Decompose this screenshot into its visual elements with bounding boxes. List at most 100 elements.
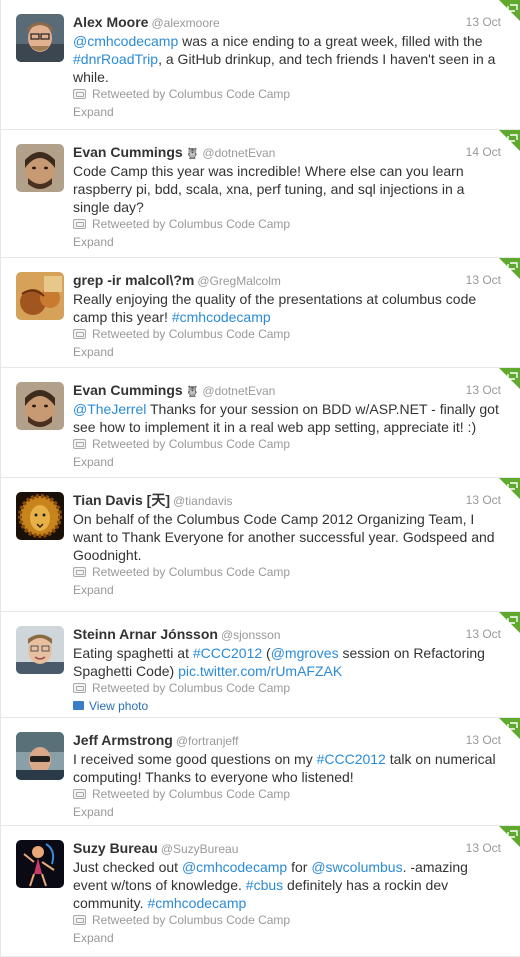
tweet-text: Just checked out @cmhcodecamp for @swcol…: [73, 858, 503, 912]
username[interactable]: @dotnetEvan: [202, 384, 275, 398]
timestamp[interactable]: 13 Oct: [466, 380, 501, 400]
retweet-context[interactable]: Retweeted by Columbus Code Camp: [73, 786, 503, 803]
tweet-link[interactable]: #cmhcodecamp: [172, 309, 271, 325]
tweet-text-segment: Code Camp this year was incredible! Wher…: [73, 163, 465, 215]
timestamp[interactable]: 13 Oct: [466, 624, 501, 644]
retweet-context-label: Retweeted by Columbus Code Camp: [92, 87, 291, 101]
tweet-link[interactable]: @mgroves: [271, 645, 339, 661]
tweet[interactable]: Alex Moore @alexmoore 13 Oct @cmhcodecamp w…: [1, 0, 520, 130]
tweet-link[interactable]: #CCC2012: [193, 645, 262, 661]
username[interactable]: @GregMalcolm: [197, 274, 281, 288]
retweet-context-label: Retweeted by Columbus Code Camp: [92, 437, 291, 451]
tweet[interactable]: Evan Cummings 🦉 @dotnetEvan 13 Oct @TheJerre…: [1, 368, 520, 478]
retweet-icon: [73, 438, 86, 449]
tweet[interactable]: Tian Davis [天] @tiandavis 13 Oct On behalf …: [1, 478, 520, 612]
tweet-content: grep -ir malcol\?m @GregMalcolm 13 Oct Real…: [73, 270, 503, 361]
greg-malcolm-avatar[interactable]: [16, 272, 64, 320]
tweet-link[interactable]: @cmhcodecamp: [73, 33, 178, 49]
tweet[interactable]: Evan Cummings 🦉 @dotnetEvan 14 Oct Code Camp…: [1, 130, 520, 258]
timestamp[interactable]: 13 Oct: [466, 730, 501, 750]
tweet-header: grep -ir malcol\?m @GregMalcolm 13 Oct: [73, 270, 503, 290]
fullname[interactable]: Evan Cummings: [73, 144, 183, 160]
retweet-context-label: Retweeted by Columbus Code Camp: [92, 913, 291, 927]
expand-link[interactable]: Expand: [73, 343, 503, 361]
fullname[interactable]: Suzy Bureau: [73, 840, 158, 856]
tweet-text: @TheJerrel Thanks for your session on BD…: [73, 400, 503, 436]
tweet-link[interactable]: @swcolumbus: [311, 859, 402, 875]
tweet-text: Eating spaghetti at #CCC2012 (@mgroves s…: [73, 644, 503, 680]
tweet-link[interactable]: #cmhcodecamp: [147, 895, 246, 911]
tweet-header: Evan Cummings 🦉 @dotnetEvan 14 Oct: [73, 142, 503, 162]
timestamp[interactable]: 13 Oct: [466, 12, 501, 32]
username[interactable]: @sjonsson: [221, 628, 281, 642]
timestamp[interactable]: 14 Oct: [466, 142, 501, 162]
tweet-link[interactable]: #cbus: [246, 877, 283, 893]
expand-link[interactable]: Expand: [73, 103, 503, 121]
tweet-link[interactable]: #CCC2012: [317, 751, 386, 767]
retweet-context[interactable]: Retweeted by Columbus Code Camp: [73, 326, 503, 343]
fullname[interactable]: Alex Moore: [73, 14, 148, 30]
tweet-link[interactable]: #dnrRoadTrip: [73, 51, 158, 67]
tweet-text-segment: On behalf of the Columbus Code Camp 2012…: [73, 511, 495, 563]
expand-link[interactable]: Expand: [73, 929, 503, 947]
retweet-icon: [73, 218, 86, 229]
tweet-content: Jeff Armstrong @fortranjeff 13 Oct I receiv…: [73, 730, 503, 821]
timestamp[interactable]: 13 Oct: [466, 270, 501, 290]
expand-link[interactable]: Expand: [73, 581, 503, 599]
expand-link[interactable]: Expand: [73, 233, 503, 251]
alex-moore-avatar[interactable]: [16, 14, 64, 62]
retweet-context-label: Retweeted by Columbus Code Camp: [92, 217, 291, 231]
tweet-header: Suzy Bureau @SuzyBureau 13 Oct: [73, 838, 503, 858]
tweet-header: Jeff Armstrong @fortranjeff 13 Oct: [73, 730, 503, 750]
tweet-text-segment: was a nice ending to a great week, fille…: [178, 33, 483, 49]
evan-cummings-avatar[interactable]: [16, 144, 64, 192]
expand-link[interactable]: Expand: [73, 453, 503, 471]
timestamp[interactable]: 13 Oct: [466, 838, 501, 858]
username[interactable]: @fortranjeff: [176, 734, 239, 748]
tian-davis-avatar[interactable]: [16, 492, 64, 540]
retweet-context[interactable]: Retweeted by Columbus Code Camp: [73, 912, 503, 929]
tweet[interactable]: Suzy Bureau @SuzyBureau 13 Oct Just checked…: [1, 826, 520, 957]
photo-icon: [73, 701, 84, 711]
username[interactable]: @dotnetEvan: [202, 146, 275, 160]
steinn-jonsson-avatar[interactable]: [16, 626, 64, 674]
retweet-context[interactable]: Retweeted by Columbus Code Camp: [73, 86, 503, 103]
tweet-text: Code Camp this year was incredible! Wher…: [73, 162, 503, 216]
username[interactable]: @SuzyBureau: [161, 842, 239, 856]
username[interactable]: @alexmoore: [151, 16, 219, 30]
timestamp[interactable]: 13 Oct: [466, 490, 501, 510]
tweet-link[interactable]: @TheJerrel: [73, 401, 146, 417]
tweet[interactable]: Steinn Arnar Jónsson @sjonsson 13 Oct Eatin…: [1, 612, 520, 718]
tweet-link[interactable]: @cmhcodecamp: [182, 859, 287, 875]
retweet-context[interactable]: Retweeted by Columbus Code Camp: [73, 216, 503, 233]
fullname[interactable]: Steinn Arnar Jónsson: [73, 626, 218, 642]
retweet-context[interactable]: Retweeted by Columbus Code Camp: [73, 564, 503, 581]
tweet-header: Alex Moore @alexmoore 13 Oct: [73, 12, 503, 32]
tweet-text: @cmhcodecamp was a nice ending to a grea…: [73, 32, 503, 86]
fullname[interactable]: grep -ir malcol\?m: [73, 272, 194, 288]
fullname[interactable]: Jeff Armstrong: [73, 732, 173, 748]
tweet-link[interactable]: pic.twitter.com/rUmAFZAK: [178, 663, 342, 679]
retweet-context[interactable]: Retweeted by Columbus Code Camp: [73, 680, 503, 697]
evan-cummings-avatar[interactable]: [16, 382, 64, 430]
tweet[interactable]: Jeff Armstrong @fortranjeff 13 Oct I receiv…: [1, 718, 520, 826]
retweet-context-label: Retweeted by Columbus Code Camp: [92, 681, 291, 695]
expand-link[interactable]: Expand: [73, 803, 503, 821]
fullname[interactable]: Tian Davis [天]: [73, 492, 170, 508]
tweet-text-segment: (: [262, 645, 271, 661]
tweet-content: Tian Davis [天] @tiandavis 13 Oct On behalf …: [73, 490, 503, 599]
retweet-icon: [73, 682, 86, 693]
view-photo-link[interactable]: View photo: [73, 697, 503, 715]
suzy-bureau-avatar[interactable]: [16, 840, 64, 888]
jeff-armstrong-avatar[interactable]: [16, 732, 64, 780]
retweet-context[interactable]: Retweeted by Columbus Code Camp: [73, 436, 503, 453]
retweet-icon: [73, 914, 86, 925]
owl-icon: 🦉: [185, 386, 200, 398]
timeline: Alex Moore @alexmoore 13 Oct @cmhcodecamp w…: [0, 0, 520, 957]
tweet[interactable]: grep -ir malcol\?m @GregMalcolm 13 Oct Real…: [1, 258, 520, 368]
fullname[interactable]: Evan Cummings: [73, 382, 183, 398]
tweet-content: Evan Cummings 🦉 @dotnetEvan 14 Oct Code Camp…: [73, 142, 503, 251]
username[interactable]: @tiandavis: [173, 494, 233, 508]
tweet-text: I received some good questions on my #CC…: [73, 750, 503, 786]
retweet-icon: [73, 788, 86, 799]
